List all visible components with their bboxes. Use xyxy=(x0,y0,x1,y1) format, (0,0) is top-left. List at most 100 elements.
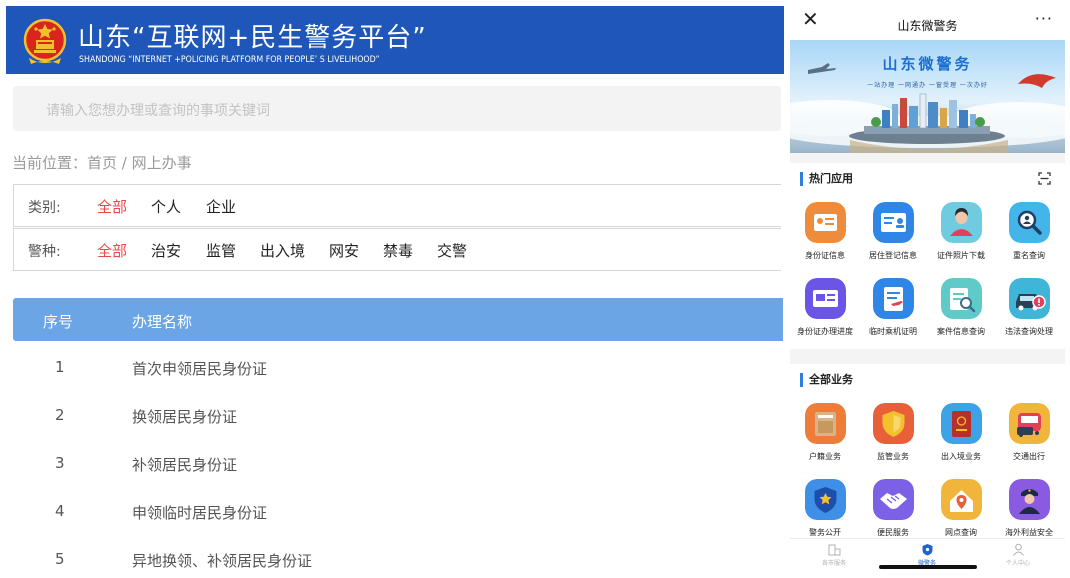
app-police-affairs-disclosure[interactable]: 警务公开 xyxy=(790,479,860,538)
car-violation-icon xyxy=(1008,278,1050,319)
app-label: 身份证信息 xyxy=(805,251,845,260)
app-label: 海外利益安全 xyxy=(1005,528,1053,537)
web-portal: 山东“互联网+民生警务平台” SHANDONG “INTERNET +POLIC… xyxy=(0,0,786,578)
home-indicator xyxy=(879,565,977,569)
police-option-all[interactable]: 全部 xyxy=(97,240,127,261)
residence-card-icon xyxy=(872,202,914,243)
scan-icon[interactable] xyxy=(1038,172,1051,185)
app-label: 便民服务 xyxy=(877,528,909,537)
app-case-info-search[interactable]: 案件信息查询 xyxy=(926,278,996,337)
app-label: 出入境业务 xyxy=(941,452,981,461)
mini-app-title: 山东微警务 xyxy=(897,19,958,33)
flight-doc-icon xyxy=(872,278,914,319)
app-temporary-flight-certificate[interactable]: 临时乘机证明 xyxy=(858,278,928,337)
table-row[interactable]: 3 补领居民身份证 xyxy=(13,438,783,486)
app-label: 案件信息查询 xyxy=(937,327,985,336)
app-label: 违法查询处理 xyxy=(1005,327,1053,336)
app-overseas-interest-security[interactable]: 海外利益安全 xyxy=(994,479,1064,538)
police-shield-icon xyxy=(922,544,932,556)
app-residence-registration[interactable]: 居住登记信息 xyxy=(858,202,928,261)
location-house-icon xyxy=(940,479,982,520)
table-row[interactable]: 1 首次申领居民身份证 xyxy=(13,342,783,390)
police-option-cyber[interactable]: 网安 xyxy=(329,240,359,261)
app-label: 户籍业务 xyxy=(809,452,841,461)
bottom-tab-bar: 各市服务 微警务 个人中心 xyxy=(790,538,1065,578)
app-label: 身份证办理进度 xyxy=(797,327,853,336)
tab-city-services[interactable]: 各市服务 xyxy=(804,543,864,567)
photo-person-icon xyxy=(940,202,982,243)
category-option-personal[interactable]: 个人 xyxy=(151,196,181,217)
category-filter-label: 类别: xyxy=(28,200,61,216)
police-option-public-security[interactable]: 治安 xyxy=(151,240,181,261)
search-input[interactable]: 请输入您想办理或查询的事项关键词 xyxy=(13,86,781,131)
breadcrumb: 当前位置：首页 / 网上办事 xyxy=(12,154,192,172)
app-duplicate-name-search[interactable]: 重名查询 xyxy=(994,202,1064,261)
row-number: 3 xyxy=(55,454,65,472)
police-option-immigration[interactable]: 出入境 xyxy=(260,240,305,261)
site-title: 山东“互联网+民生警务平台” xyxy=(78,23,427,53)
tab-label: 个人中心 xyxy=(1005,560,1030,567)
app-outlet-search[interactable]: 网点查询 xyxy=(926,479,996,538)
mini-app-phone: ✕ 山东微警务 ··· 山东微警务 一站办理 一网通办 一窗受理 一次办好 热门… xyxy=(790,0,1065,578)
all-services-section: 全部业务 户籍业务 监管业务 出入境业务 交通出行 警务公开 便民服务 网点查询… xyxy=(790,364,1065,540)
app-supervision-business[interactable]: 监管业务 xyxy=(858,403,928,462)
row-number: 1 xyxy=(55,358,65,376)
police-option-supervision[interactable]: 监管 xyxy=(206,240,236,261)
app-id-card-progress[interactable]: 身份证办理进度 xyxy=(790,278,860,337)
police-badge-icon xyxy=(804,479,846,520)
row-number: 2 xyxy=(55,406,65,424)
more-icon[interactable]: ··· xyxy=(1035,11,1053,27)
column-header-no: 序号 xyxy=(43,313,74,331)
search-placeholder: 请输入您想办理或查询的事项关键词 xyxy=(46,103,270,119)
row-name[interactable]: 异地换领、补领居民身份证 xyxy=(132,550,312,571)
row-number: 5 xyxy=(55,550,65,568)
id-card-icon xyxy=(804,202,846,243)
tab-personal-center[interactable]: 个人中心 xyxy=(988,543,1048,567)
app-immigration-business[interactable]: 出入境业务 xyxy=(926,403,996,462)
police-type-filter: 警种: 全部 治安 监管 出入境 网安 禁毒 交警 xyxy=(13,228,781,271)
passport-icon xyxy=(940,403,982,444)
app-label: 重名查询 xyxy=(1013,251,1045,260)
table-row[interactable]: 4 申领临时居民身份证 xyxy=(13,486,783,534)
app-label: 居住登记信息 xyxy=(869,251,917,260)
category-filter: 类别: 全部 个人 企业 xyxy=(13,184,781,227)
row-number: 4 xyxy=(55,502,65,520)
app-photo-download[interactable]: 证件照片下载 xyxy=(926,202,996,261)
tab-micro-policing[interactable]: 微警务 xyxy=(897,543,957,567)
app-transportation[interactable]: 交通出行 xyxy=(994,403,1064,462)
app-convenience-services[interactable]: 便民服务 xyxy=(858,479,928,538)
bus-icon xyxy=(1008,403,1050,444)
row-name[interactable]: 申领临时居民身份证 xyxy=(132,502,267,523)
id-progress-icon xyxy=(804,278,846,319)
table-row[interactable]: 5 异地换领、补领居民身份证 xyxy=(13,534,783,578)
table-header: 序号 办理名称 xyxy=(13,298,783,341)
hot-apps-title: 热门应用 xyxy=(800,172,853,186)
person-icon xyxy=(1012,543,1024,556)
category-option-enterprise[interactable]: 企业 xyxy=(206,196,236,217)
site-banner: 山东“互联网+民生警务平台” SHANDONG “INTERNET +POLIC… xyxy=(6,6,784,74)
household-book-icon xyxy=(804,403,846,444)
table-row[interactable]: 2 换领居民身份证 xyxy=(13,390,783,438)
police-option-narcotics[interactable]: 禁毒 xyxy=(383,240,413,261)
app-violation-handling[interactable]: 违法查询处理 xyxy=(994,278,1064,337)
magnifier-icon xyxy=(1008,202,1050,243)
row-name[interactable]: 换领居民身份证 xyxy=(132,406,237,427)
officer-icon xyxy=(1008,479,1050,520)
tab-label: 各市服务 xyxy=(821,560,846,567)
app-household-registration[interactable]: 户籍业务 xyxy=(790,403,860,462)
hero-title: 山东微警务 xyxy=(882,55,973,73)
hero-banner: 山东微警务 一站办理 一网通办 一窗受理 一次办好 xyxy=(790,40,1065,153)
shield-icon xyxy=(872,403,914,444)
app-label: 交通出行 xyxy=(1013,452,1045,461)
app-label: 证件照片下载 xyxy=(937,251,985,260)
case-search-icon xyxy=(940,278,982,319)
site-subtitle: SHANDONG “INTERNET +POLICING PLATFORM FO… xyxy=(79,55,380,65)
row-name[interactable]: 补领居民身份证 xyxy=(132,454,237,475)
row-name[interactable]: 首次申领居民身份证 xyxy=(132,358,267,379)
city-buildings-icon xyxy=(828,544,840,556)
category-option-all[interactable]: 全部 xyxy=(97,196,127,217)
hot-apps-section: 热门应用 身份证信息 居住登记信息 证件照片下载 重名查询 身份证办理进度 临时… xyxy=(790,163,1065,349)
police-option-traffic[interactable]: 交警 xyxy=(437,240,467,261)
app-id-card-info[interactable]: 身份证信息 xyxy=(790,202,860,261)
national-emblem-icon xyxy=(23,18,67,64)
